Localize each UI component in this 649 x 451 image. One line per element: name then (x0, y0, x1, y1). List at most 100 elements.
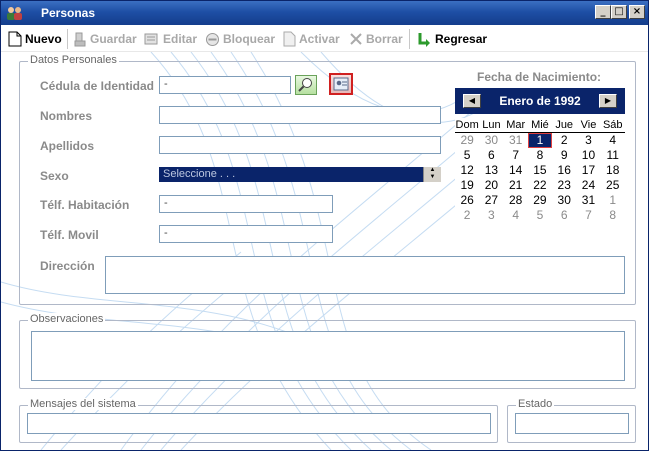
calendar-day[interactable]: 29 (455, 133, 479, 148)
tel-movil-input[interactable]: - (159, 225, 333, 243)
regresar-label: Regresar (435, 32, 488, 46)
calendar-day[interactable]: 8 (601, 208, 625, 223)
apellidos-label: Apellidos (40, 139, 95, 153)
nuevo-label: Nuevo (25, 32, 62, 46)
calendar-grid: Dom Lun Mar Mié Jue Vie Sáb 29 30 31 1 2 3 4 5 6 7 8 9 10 1… (455, 118, 625, 223)
calendar-day[interactable]: 30 (552, 193, 576, 208)
calendar-day[interactable]: 11 (601, 148, 625, 163)
calendar-day[interactable]: 21 (504, 178, 528, 193)
borrar-label: Borrar (366, 32, 403, 46)
nuevo-button[interactable]: Nuevo (8, 31, 62, 47)
estado-output (515, 413, 629, 434)
calendar-day[interactable]: 20 (479, 178, 503, 193)
cedula-input[interactable]: - (159, 76, 291, 94)
calendar-day[interactable]: 6 (552, 208, 576, 223)
direccion-input[interactable] (105, 256, 625, 294)
calendar-day[interactable]: 26 (455, 193, 479, 208)
calendar-day[interactable]: 3 (576, 133, 600, 148)
bloquear-button[interactable]: Bloquear (205, 31, 275, 47)
calendar-day[interactable]: 8 (528, 148, 552, 163)
id-card-button[interactable] (329, 73, 353, 95)
calendar-day[interactable]: 4 (601, 133, 625, 148)
calendar-day[interactable]: 6 (479, 148, 503, 163)
weekday-label: Jue (555, 119, 574, 131)
calendar-day[interactable]: 18 (601, 163, 625, 178)
id-card-icon (333, 77, 349, 91)
tel-habitacion-input[interactable]: - (159, 195, 333, 213)
delete-x-icon (350, 33, 362, 45)
calendar-day[interactable]: 17 (576, 163, 600, 178)
calendar-header: ◀ Enero de 1992 ▶ (455, 88, 625, 114)
calendar-day-selected[interactable]: 1 (527, 133, 553, 148)
weekday-label: Sáb (602, 119, 623, 131)
calendar-day[interactable]: 31 (504, 133, 528, 148)
block-icon (206, 32, 219, 46)
weekday-label: Dom (455, 119, 479, 131)
tel-habitacion-label: Télf. Habitación (40, 198, 130, 212)
calendar-day[interactable]: 9 (552, 148, 576, 163)
save-icon (74, 32, 86, 47)
activar-button[interactable]: Activar (283, 31, 340, 47)
estado-legend: Estado (516, 398, 555, 410)
calendar-day[interactable]: 16 (552, 163, 576, 178)
calendar-day[interactable]: 30 (479, 133, 503, 148)
spinner-down-icon[interactable]: ▼ (424, 174, 441, 181)
observaciones-input[interactable] (31, 331, 625, 381)
back-arrow-icon (418, 33, 430, 47)
new-document-icon (8, 31, 22, 47)
calendar-day[interactable]: 27 (479, 193, 503, 208)
calendar-day[interactable]: 5 (455, 148, 479, 163)
direccion-label: Dirección (40, 259, 95, 273)
calendar-day[interactable]: 25 (601, 178, 625, 193)
close-button[interactable]: × (629, 5, 645, 19)
weekday-label: Lun (482, 119, 501, 131)
datos-personales-legend: Datos Personales (28, 54, 119, 66)
editar-label: Editar (163, 32, 198, 46)
sexo-select[interactable]: Seleccione . . . ▲ ▼ (159, 167, 441, 182)
magnifier-icon (298, 78, 312, 92)
calendar-day[interactable]: 31 (576, 193, 600, 208)
borrar-button[interactable]: Borrar (349, 31, 403, 47)
nombres-label: Nombres (40, 109, 93, 123)
calendar-day[interactable]: 14 (504, 163, 528, 178)
regresar-button[interactable]: Regresar (417, 31, 487, 47)
minimize-button[interactable]: _ (595, 5, 611, 19)
calendar-day[interactable]: 1 (601, 193, 625, 208)
calendar-day[interactable]: 3 (479, 208, 503, 223)
calendar-day[interactable]: 13 (479, 163, 503, 178)
calendar-day[interactable]: 29 (528, 193, 552, 208)
birthdate-calendar[interactable]: ◀ Enero de 1992 ▶ Dom Lun Mar Mié Jue Vie Sáb … (455, 88, 625, 228)
calendar-day[interactable]: 24 (576, 178, 600, 193)
editar-button[interactable]: Editar (144, 31, 197, 47)
calendar-day[interactable]: 5 (528, 208, 552, 223)
sexo-spinner[interactable]: ▲ ▼ (423, 167, 441, 182)
calendar-week-row: 26 27 28 29 30 31 1 (455, 193, 625, 208)
weekday-label: Mar (506, 119, 526, 131)
window-title: Personas (41, 6, 96, 20)
calendar-day[interactable]: 12 (455, 163, 479, 178)
nombres-input[interactable] (159, 106, 441, 124)
spinner-up-icon[interactable]: ▲ (424, 167, 441, 174)
apellidos-input[interactable] (159, 136, 441, 154)
title-bar[interactable]: Personas _ □ × (1, 1, 648, 25)
guardar-button[interactable]: Guardar (73, 31, 137, 47)
calendar-day[interactable]: 22 (528, 178, 552, 193)
sexo-label: Sexo (40, 169, 69, 183)
calendar-day[interactable]: 7 (576, 208, 600, 223)
fecha-nacimiento-label: Fecha de Nacimiento: (477, 70, 602, 84)
calendar-day[interactable]: 15 (528, 163, 552, 178)
calendar-day[interactable]: 23 (552, 178, 576, 193)
personas-window: Personas _ □ × Nuevo Guardar Editar Bloq… (0, 0, 649, 451)
calendar-day[interactable]: 19 (455, 178, 479, 193)
calendar-day[interactable]: 4 (504, 208, 528, 223)
maximize-button[interactable]: □ (611, 5, 627, 19)
calendar-day[interactable]: 2 (552, 133, 576, 148)
calendar-day[interactable]: 28 (504, 193, 528, 208)
calendar-day[interactable]: 2 (455, 208, 479, 223)
calendar-day[interactable]: 10 (576, 148, 600, 163)
search-cedula-button[interactable] (295, 75, 317, 95)
next-month-button[interactable]: ▶ (599, 94, 617, 108)
calendar-day[interactable]: 7 (504, 148, 528, 163)
observaciones-legend: Observaciones (28, 313, 106, 325)
activar-label: Activar (299, 32, 340, 46)
